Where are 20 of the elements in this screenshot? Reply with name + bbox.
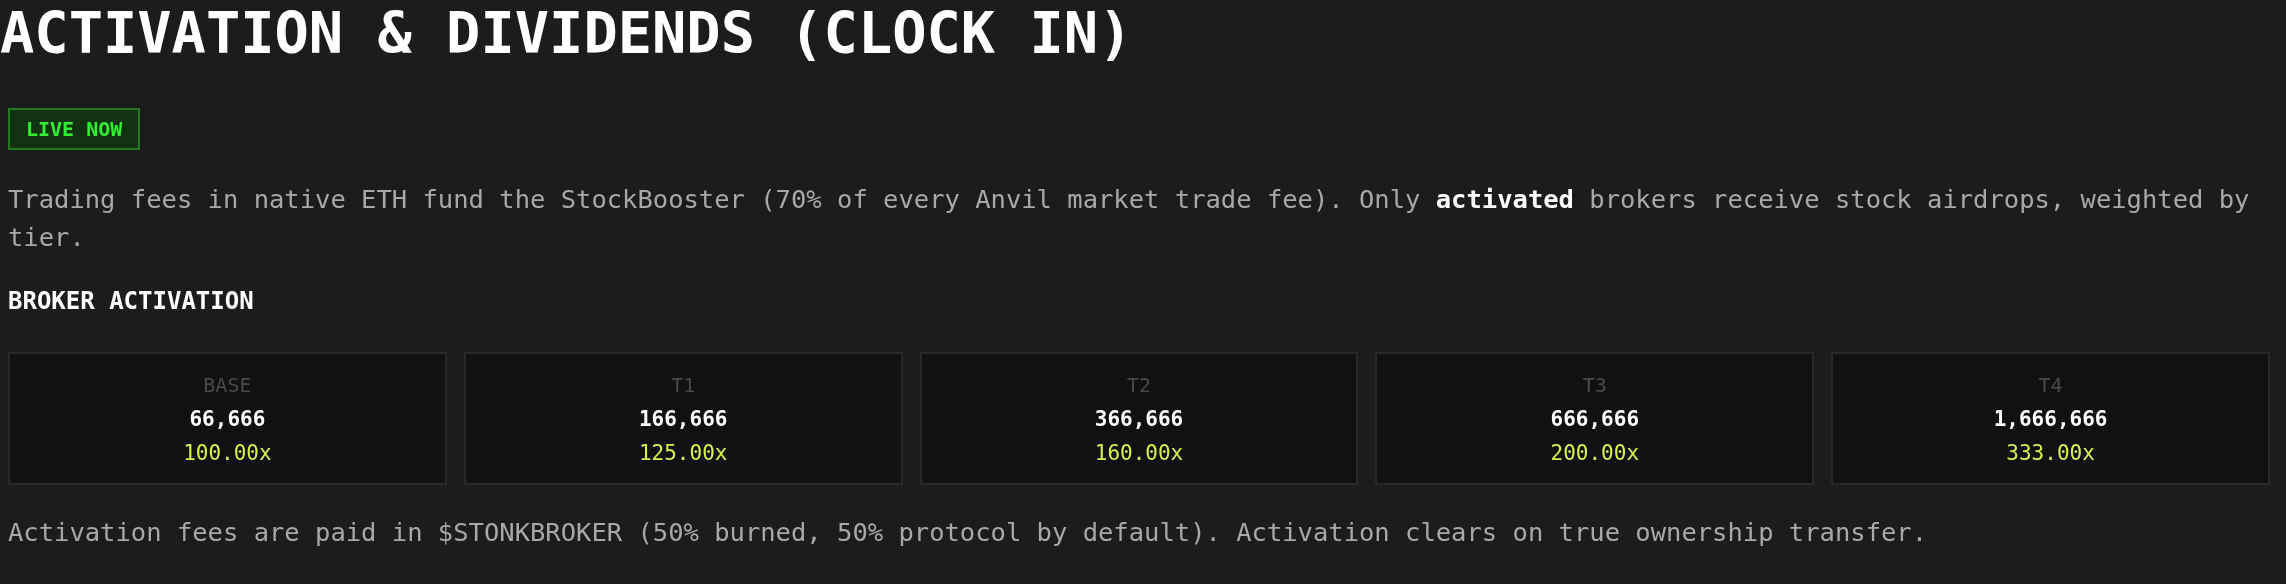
tier-label: T1 bbox=[671, 371, 696, 399]
live-badge: LIVE NOW bbox=[8, 108, 141, 150]
tier-label: T3 bbox=[1582, 371, 1607, 399]
tier-amount: 1,666,666 bbox=[1993, 405, 2108, 433]
page-title: ACTIVATION & DIVIDENDS (CLOCK IN) bbox=[0, 0, 1134, 66]
tier-multiplier: 333.00x bbox=[2006, 439, 2095, 467]
intro-paragraph: Trading fees in native ETH fund the StockBooster (70% of every Anvil market trade fee). Only activated brokers receive stock airdrops, weighted by tier. bbox=[8, 183, 2251, 254]
tier-amount: 166,666 bbox=[638, 405, 728, 433]
footnote-paragraph: Activation fees are paid in $STONKBROKER (50% burned, 50% protocol by default). Activation clears on true ownership transfer. bbox=[8, 516, 1929, 549]
tier-amount: 666,666 bbox=[1550, 405, 1640, 433]
tier-amount: 66,666 bbox=[189, 405, 266, 433]
tier-label: T4 bbox=[2038, 371, 2063, 399]
tier-label: T2 bbox=[1126, 371, 1152, 399]
section-heading: BROKER ACTIVATION bbox=[8, 286, 255, 316]
tier-multiplier: 160.00x bbox=[1094, 439, 1184, 467]
tier-multiplier: 100.00x bbox=[183, 439, 272, 467]
tier-multiplier: 200.00x bbox=[1550, 439, 1640, 467]
tier-multiplier: 125.00x bbox=[638, 439, 728, 467]
tier-label: BASE bbox=[203, 371, 252, 399]
tier-amount: 366,666 bbox=[1094, 405, 1184, 433]
